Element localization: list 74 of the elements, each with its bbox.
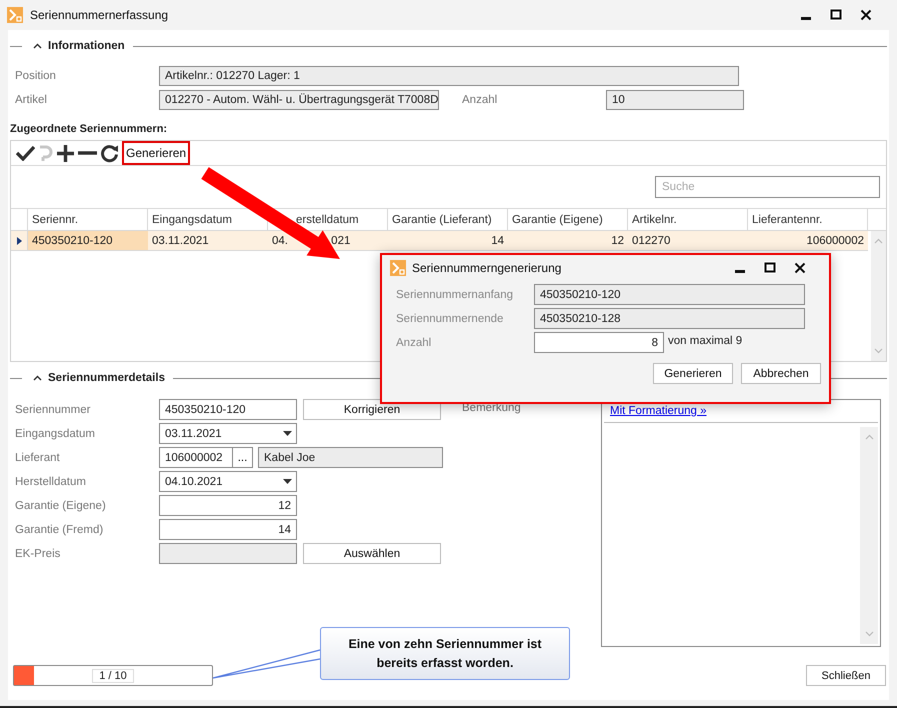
article-field: 012270 - Autom. Wähl- u. Übertragungsgerät T7008D bbox=[159, 90, 439, 110]
close-icon[interactable] bbox=[860, 9, 872, 21]
grid-title: Zugeordnete Seriennummern: bbox=[10, 122, 168, 136]
table-cell-text: 012270 bbox=[631, 234, 672, 248]
column-header[interactable]: Garantie (Lieferant) bbox=[392, 214, 492, 226]
close-button[interactable]: Schließen bbox=[806, 665, 886, 686]
dropdown-caret-icon[interactable] bbox=[283, 431, 292, 436]
end-field: 450350210-128 bbox=[534, 308, 805, 329]
table-cell-text: 04. 021 bbox=[271, 234, 352, 248]
check-icon[interactable] bbox=[16, 145, 35, 161]
maximize-icon[interactable] bbox=[764, 262, 776, 274]
refresh-icon[interactable] bbox=[100, 144, 119, 162]
collapse-icon[interactable] bbox=[33, 43, 42, 49]
table-cell-text: 03.11.2021 bbox=[151, 234, 210, 248]
max-hint: von maximal 9 bbox=[668, 334, 742, 346]
row-pointer-icon bbox=[16, 236, 22, 244]
number-field[interactable]: 12 bbox=[159, 495, 297, 516]
field-label: Seriennummernanfang bbox=[396, 288, 514, 300]
table-cell-text: 12 bbox=[610, 234, 625, 248]
date-field[interactable]: 04.10.2021 bbox=[159, 471, 297, 492]
field-label: Herstelldatum bbox=[14, 476, 87, 488]
remark-editor[interactable]: Mit Formatierung » bbox=[601, 399, 881, 647]
field-label: Anzahl bbox=[461, 94, 498, 106]
formatting-link[interactable]: Mit Formatierung » bbox=[610, 405, 707, 417]
number-field[interactable]: 14 bbox=[159, 519, 297, 540]
generate-button[interactable]: Generieren bbox=[122, 141, 190, 165]
remove-icon[interactable] bbox=[78, 151, 97, 155]
column-header[interactable]: Garantie (Eigene) bbox=[512, 214, 603, 226]
app-icon bbox=[7, 7, 23, 23]
field-label: EK-Preis bbox=[14, 548, 62, 560]
supplier-field[interactable]: 106000002 bbox=[159, 447, 233, 468]
section-title: Seriennummerdetails bbox=[48, 372, 165, 384]
count-field[interactable]: 8 bbox=[534, 332, 664, 353]
field-label: Eingangsdatum bbox=[14, 428, 96, 440]
dropdown-caret-icon[interactable] bbox=[283, 479, 292, 484]
progress-label: 1 / 10 bbox=[92, 668, 134, 682]
start-field: 450350210-120 bbox=[534, 284, 805, 305]
quantity-field: 10 bbox=[606, 90, 744, 110]
table-row[interactable]: 450350210-120 03.11.2021 04. 021 14 12 012270 106000002 bbox=[11, 231, 868, 251]
field-label: Garantie (Fremd) bbox=[14, 524, 104, 536]
add-icon[interactable] bbox=[56, 144, 75, 162]
callout: Eine von zehn Seriennummer ist bereits erfasst worden. bbox=[320, 627, 570, 680]
field-label: Anzahl bbox=[396, 336, 432, 348]
close-icon[interactable] bbox=[794, 262, 806, 274]
field-label: Artikel bbox=[14, 94, 48, 106]
column-header[interactable]: Eingangsdatum bbox=[152, 214, 232, 226]
position-field: Artikelnr.: 012270 Lager: 1 bbox=[159, 66, 739, 86]
collapse-icon[interactable] bbox=[33, 375, 42, 381]
field-label: Seriennummernende bbox=[396, 312, 504, 324]
table-cell-text: 106000002 bbox=[805, 234, 865, 248]
field-label: Seriennummer bbox=[14, 404, 92, 416]
field-label: Garantie (Eigene) bbox=[14, 500, 107, 512]
field-label: Lieferant bbox=[14, 452, 61, 464]
field-label: Position bbox=[14, 70, 57, 82]
dialog-button[interactable]: Abbrechen bbox=[741, 363, 821, 384]
column-header[interactable]: erstelldatum bbox=[296, 214, 359, 226]
maximize-icon[interactable] bbox=[830, 9, 842, 21]
dialog-title: Seriennummerngenerierung bbox=[412, 261, 562, 275]
section-title: Informationen bbox=[48, 40, 125, 52]
browse-button[interactable]: ... bbox=[233, 447, 253, 468]
field-label: Bemerkung bbox=[461, 402, 522, 414]
column-header[interactable]: Artikelnr. bbox=[632, 214, 677, 226]
text-field[interactable]: 450350210-120 bbox=[159, 399, 297, 420]
date-field[interactable]: 03.11.2021 bbox=[159, 423, 297, 444]
column-header[interactable]: Seriennr. bbox=[32, 214, 78, 226]
column-header[interactable]: Lieferantennr. bbox=[752, 214, 822, 226]
dialog-button[interactable]: Generieren bbox=[653, 363, 733, 384]
search-field[interactable]: Suche bbox=[655, 176, 880, 198]
table-cell-text: 14 bbox=[490, 234, 505, 248]
action-button[interactable]: Auswählen bbox=[303, 543, 441, 564]
supplier-name-field: Kabel Joe bbox=[258, 447, 443, 468]
app-icon bbox=[390, 260, 406, 276]
table-cell: 450350210-120 bbox=[28, 231, 148, 250]
window-title: Seriennummernerfassung bbox=[30, 8, 168, 22]
